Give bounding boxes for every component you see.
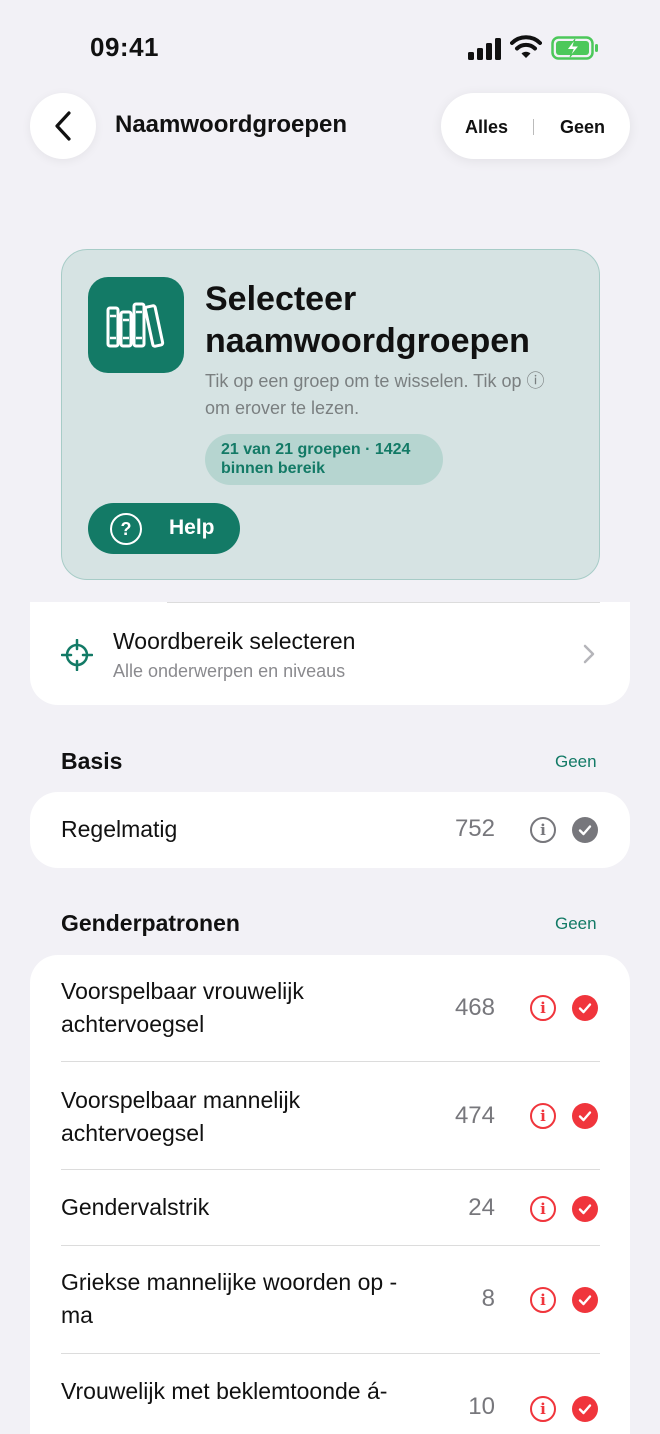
list-item[interactable]: Gendervalstrik 24 i: [30, 1170, 630, 1246]
group-label: Vrouwelijk met beklemtoonde á-: [61, 1378, 388, 1404]
select-all-button[interactable]: Alles: [465, 117, 508, 138]
checkmark-icon[interactable]: [572, 1396, 598, 1422]
intro-title: Selecteer naamwoordgroepen: [205, 280, 530, 360]
selection-count-badge: 21 van 21 groepen · 1424 binnen bereik: [205, 434, 443, 485]
section-basis-none-button[interactable]: Geen: [555, 752, 597, 772]
group-count: 752: [454, 815, 495, 842]
page-title: Naamwoordgroepen: [115, 111, 348, 138]
word-range-title: Woordbereik selecteren: [113, 628, 356, 654]
group-count: 8: [481, 1285, 495, 1312]
select-none-button[interactable]: Geen: [560, 117, 605, 138]
list-item[interactable]: Voorspelbaar mannelijk achtervoegsel 474…: [30, 1062, 630, 1170]
books-icon: [88, 277, 184, 373]
segment-divider: [533, 119, 534, 135]
list-item[interactable]: Regelmatig 752 i: [30, 792, 630, 868]
group-count: 24: [468, 1194, 495, 1221]
checkmark-icon[interactable]: [572, 1103, 598, 1129]
back-button[interactable]: [30, 93, 96, 159]
section-card-genderpatronen: Voorspelbaar vrouwelijk achtervoegsel 46…: [30, 955, 630, 1434]
word-range-subtitle: Alle onderwerpen en niveaus: [113, 661, 346, 681]
section-title-genderpatronen: Genderpatronen: [61, 910, 240, 936]
select-all-none-control: Alles Geen: [441, 93, 630, 159]
chevron-right-icon: [583, 644, 595, 664]
group-label: Gendervalstrik: [61, 1194, 210, 1220]
checkmark-icon[interactable]: [572, 1196, 598, 1222]
info-icon[interactable]: i: [530, 817, 556, 843]
info-icon[interactable]: i: [530, 1103, 556, 1129]
checkmark-icon[interactable]: [572, 995, 598, 1021]
info-icon[interactable]: i: [530, 995, 556, 1021]
section-title-basis: Basis: [61, 748, 123, 774]
checkmark-icon[interactable]: [572, 1287, 598, 1313]
group-label: Voorspelbaar vrouwelijk achtervoegsel: [61, 978, 304, 1037]
group-count: 474: [454, 1102, 495, 1129]
intro-subtitle: Tik op een groep om te wisselen. Tik op …: [205, 371, 545, 418]
group-label: Regelmatig: [61, 816, 178, 842]
checkmark-icon[interactable]: [572, 817, 598, 843]
wifi-icon: [510, 35, 542, 58]
status-bar: 09:41: [0, 0, 660, 96]
crosshair-icon: [61, 639, 93, 671]
group-count: 468: [454, 994, 495, 1021]
info-icon[interactable]: i: [530, 1396, 556, 1422]
info-icon[interactable]: i: [530, 1196, 556, 1222]
info-icon[interactable]: i: [530, 1287, 556, 1313]
chevron-left-icon: [55, 111, 71, 141]
section-genderpatronen-none-button[interactable]: Geen: [555, 914, 597, 934]
cellular-signal-icon: [468, 38, 501, 60]
section-card-basis: Regelmatig 752 i: [30, 792, 630, 868]
question-circle-icon: ?: [110, 513, 142, 545]
status-time: 09:41: [90, 32, 159, 62]
help-button[interactable]: ? Help: [88, 503, 240, 554]
intro-card: Selecteer naamwoordgroepen Tik op een gr…: [61, 249, 600, 580]
list-item[interactable]: Voorspelbaar vrouwelijk achtervoegsel 46…: [30, 955, 630, 1062]
divider: [167, 602, 600, 603]
help-button-label: Help: [169, 516, 215, 539]
word-range-row[interactable]: Woordbereik selecteren Alle onderwerpen …: [30, 602, 630, 705]
list-item[interactable]: Griekse mannelijke woorden op -ma 8 i: [30, 1246, 630, 1354]
list-item[interactable]: Vrouwelijk met beklemtoonde á- 10 i: [30, 1354, 630, 1434]
group-count: 10: [468, 1393, 495, 1420]
group-label: Voorspelbaar mannelijk achtervoegsel: [61, 1087, 301, 1146]
group-label: Griekse mannelijke woorden op -ma: [61, 1269, 398, 1328]
battery-charging-icon: [551, 36, 598, 60]
